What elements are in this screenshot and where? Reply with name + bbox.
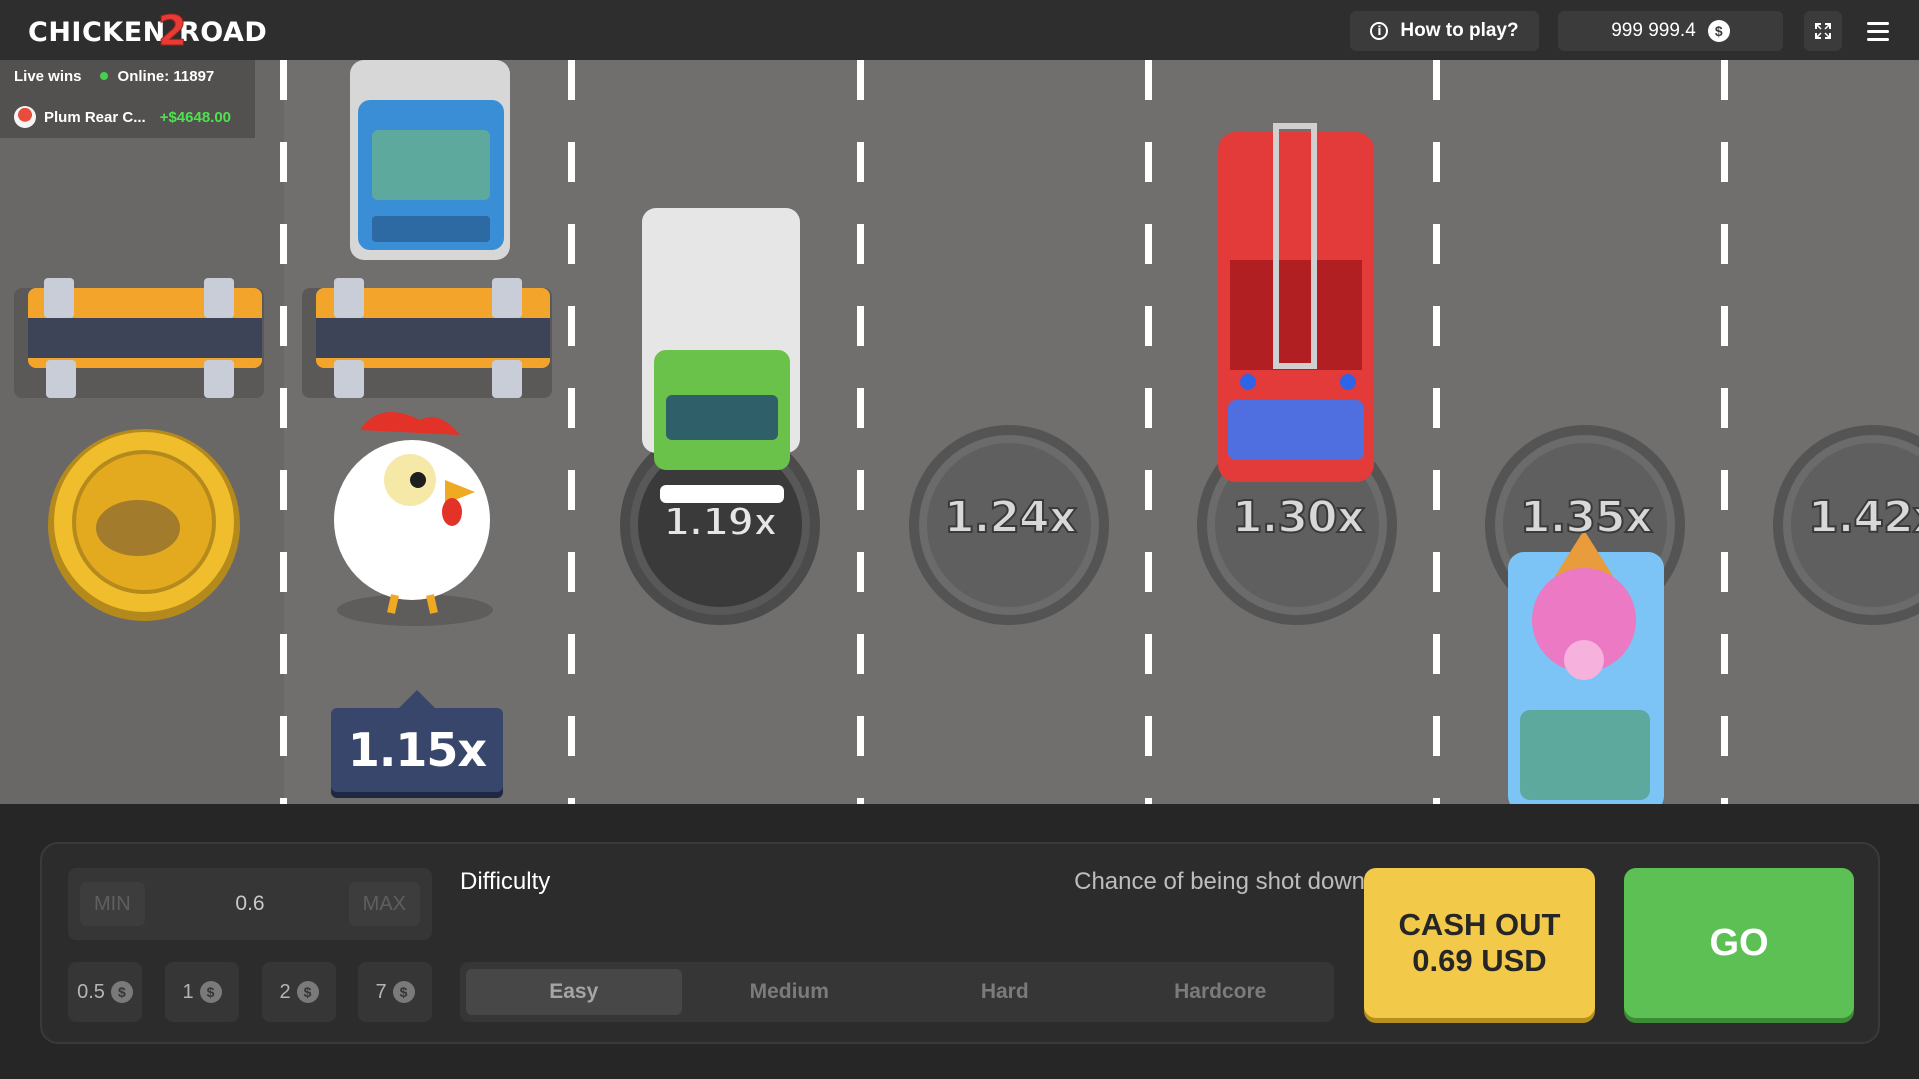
barrier [302,278,552,398]
menu-icon-bar [1867,37,1889,41]
control-panel: MIN 0.6 MAX 0.5 $ 1 $ 2 $ 7 $ Difficulty… [40,842,1880,1044]
menu-icon-bar [1867,21,1889,25]
dollar-coin-icon: $ [296,981,319,1003]
fullscreen-icon [1815,23,1831,39]
quick-bet-value: 7 [375,980,387,1003]
cash-out-button[interactable]: CASH OUT 0.69 USD [1364,868,1595,1018]
live-wins-title: Live wins [14,68,82,85]
difficulty-easy[interactable]: Easy [466,969,682,1015]
quick-bet-button[interactable]: 0.5 $ [68,962,142,1022]
difficulty-medium[interactable]: Medium [682,969,898,1015]
menu-icon-bar [1867,29,1889,33]
winner-name: Plum Rear C... [44,108,146,126]
live-wins-header: Live wins Online: 11897 [14,68,214,85]
live-wins-panel: Live wins Online: 11897 Plum Rear C... +… [0,60,255,138]
fire-truck [1218,123,1374,482]
menu-button[interactable] [1862,15,1894,47]
online-text: Online: 11897 [117,68,215,85]
green-truck [642,208,800,503]
game-road: Live wins Online: 11897 Plum Rear C... +… [0,60,1919,804]
quick-bet-value: 1 [182,980,194,1003]
dollar-coin-icon: $ [110,981,133,1003]
balance-value: 999 999.4 [1611,20,1696,41]
multiplier-label: 1.35x [1519,491,1654,544]
dollar-coin-icon: $ [1707,20,1730,42]
logo-text-right: ROAD [178,16,268,48]
balance-display: 999 999.4 $ [1558,11,1783,51]
game-art [14,60,1919,804]
quick-bet-value: 0.5 [77,980,105,1003]
fullscreen-button[interactable] [1804,11,1842,51]
game-logo: CHICKEN 2 ROAD [28,5,268,55]
multiplier-label: 1.30x [1231,491,1366,544]
quick-bet-button[interactable]: 2 $ [262,962,336,1022]
online-dot-icon [99,72,108,80]
difficulty-hardcore[interactable]: Hardcore [1113,969,1329,1015]
live-win-row: Plum Rear C... +$4648.00 [14,106,231,128]
logo-number: 2 [157,5,187,55]
quick-bet-button[interactable]: 7 $ [358,962,432,1022]
logo-text-left: CHICKEN [28,16,166,48]
dollar-coin-icon: $ [199,981,222,1003]
multiplier-label: 1.42x [1807,491,1919,544]
control-area: MIN 0.6 MAX 0.5 $ 1 $ 2 $ 7 $ Difficulty… [0,804,1919,1079]
avatar [14,106,36,128]
multiplier-label: 1.19x [662,499,778,545]
quick-bet-button[interactable]: 1 $ [165,962,239,1022]
multiplier-label: 1.24x [943,491,1078,544]
how-to-play-button[interactable]: i How to play? [1350,11,1539,51]
cash-out-label: CASH OUT [1398,907,1561,942]
game-app: CHICKEN 2 ROAD i How to play? 999 999.4 … [0,0,1919,1079]
difficulty-selector: Easy Medium Hard Hardcore [460,962,1334,1022]
difficulty-hard[interactable]: Hard [897,969,1113,1015]
current-multiplier-tag: 1.15x [331,690,503,792]
go-button[interactable]: GO [1624,868,1854,1018]
blue-truck [350,60,510,260]
win-amount: +$4648.00 [159,108,232,126]
cash-out-amount: 0.69 USD [1412,943,1547,978]
quick-bet-value: 2 [279,980,291,1003]
barrier [14,278,264,398]
ice-cream-truck [1508,530,1664,804]
info-icon: i [1370,22,1389,40]
bet-max-button[interactable]: MAX [348,882,420,926]
how-to-play-label: How to play? [1400,20,1519,41]
difficulty-title: Difficulty [460,868,551,895]
chicken-icon [334,412,493,626]
bet-amount-box: MIN 0.6 MAX [68,868,432,940]
top-bar: CHICKEN 2 ROAD i How to play? 999 999.4 … [0,0,1919,60]
start-coin-icon [48,429,240,621]
online-count: Online: 11897 [99,68,215,85]
dollar-coin-icon: $ [392,981,415,1003]
chance-label: Chance of being shot down [1074,868,1365,895]
